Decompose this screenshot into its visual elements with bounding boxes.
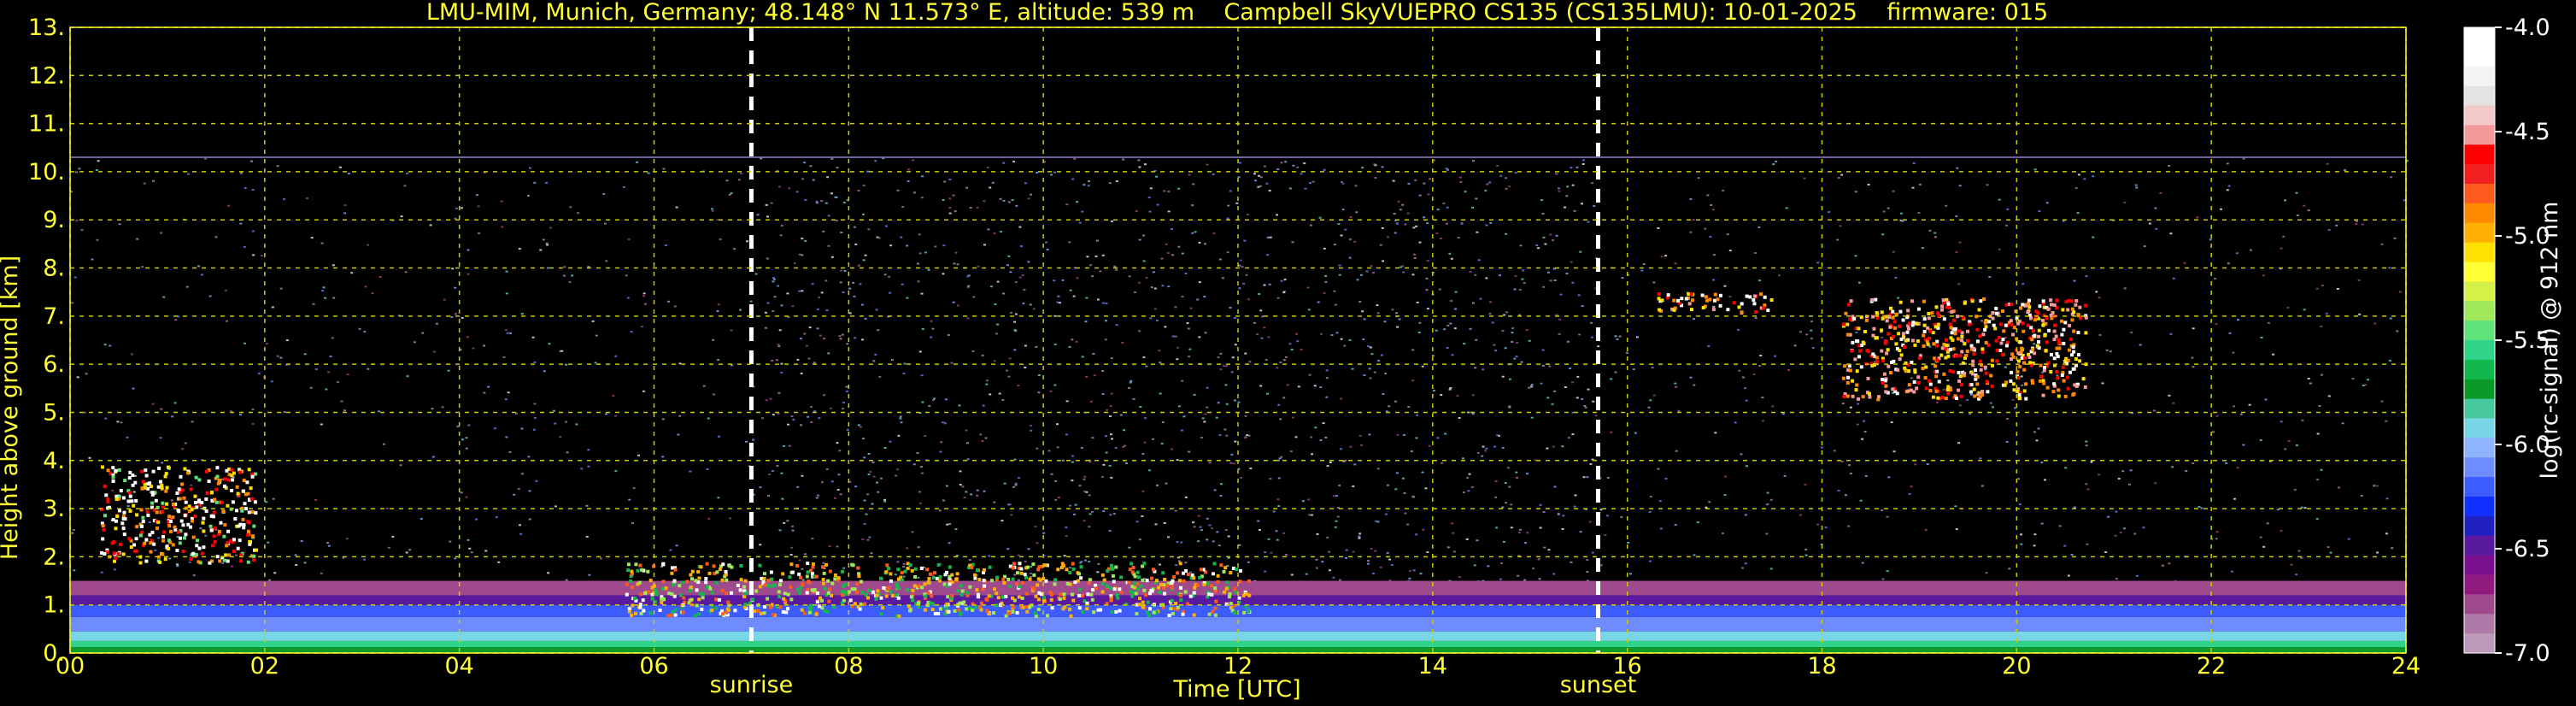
colorbar-swatch bbox=[2464, 398, 2495, 420]
ceilometer-chart: LMU-MIM, Munich, Germany; 48.148° N 11.5… bbox=[0, 0, 2576, 706]
colorbar-swatch bbox=[2464, 301, 2495, 321]
y-axis-label: Height above ground [km] bbox=[0, 256, 23, 560]
colorbar-tick-label: -4.0 bbox=[2505, 15, 2550, 41]
colorbar-swatch bbox=[2464, 105, 2495, 126]
colorbar-swatch bbox=[2464, 614, 2495, 634]
y-tick-label: 10. bbox=[28, 159, 65, 185]
y-tick-label: 8. bbox=[43, 256, 65, 282]
y-tick-label: 7. bbox=[43, 303, 65, 330]
colorbar-swatch bbox=[2464, 85, 2495, 107]
y-tick-label: 13. bbox=[28, 15, 65, 41]
colorbar-swatch bbox=[2464, 184, 2495, 204]
colorbar-tick-label: -6.5 bbox=[2505, 536, 2550, 562]
plot-area bbox=[70, 27, 2409, 653]
colorbar-swatch bbox=[2464, 477, 2495, 497]
y-tick-label: 6. bbox=[43, 351, 65, 378]
colorbar-swatch bbox=[2464, 144, 2495, 165]
x-tick-label: 08 bbox=[834, 653, 863, 680]
colorbar-swatch bbox=[2464, 457, 2495, 478]
colorbar-swatch bbox=[2464, 27, 2495, 48]
colorbar-swatch bbox=[2464, 594, 2495, 615]
y-tick-label: 4. bbox=[43, 448, 65, 474]
colorbar-label: log(rc-signal) @ 912 nm bbox=[2537, 202, 2563, 479]
x-tick-label: 14 bbox=[1418, 653, 1447, 680]
x-tick-label: 22 bbox=[2197, 653, 2226, 680]
y-tick-label: 2. bbox=[43, 544, 65, 570]
colorbar-swatch bbox=[2464, 340, 2495, 361]
x-tick-label: 20 bbox=[2002, 653, 2031, 680]
y-tick-label: 11. bbox=[28, 111, 65, 138]
x-tick-label: 24 bbox=[2391, 653, 2421, 680]
colorbar-swatch bbox=[2464, 125, 2495, 145]
y-tick-label: 12. bbox=[28, 62, 65, 89]
colorbar-swatch bbox=[2464, 262, 2495, 282]
colorbar-swatch bbox=[2464, 46, 2495, 68]
colorbar-swatch bbox=[2464, 242, 2495, 263]
colorbar-swatch bbox=[2464, 515, 2495, 537]
x-tick-label: 18 bbox=[1807, 653, 1836, 680]
colorbar-swatch bbox=[2464, 574, 2495, 595]
colorbar-swatch bbox=[2464, 321, 2495, 341]
colorbar-swatch bbox=[2464, 164, 2495, 185]
colorbar-swatch bbox=[2464, 379, 2495, 400]
colorbar-swatch bbox=[2464, 66, 2495, 87]
y-tick-label: 5. bbox=[43, 399, 65, 426]
y-tick-label: 0. bbox=[43, 640, 65, 667]
x-tick-label: 02 bbox=[250, 653, 279, 680]
x-tick-label: 06 bbox=[639, 653, 668, 680]
colorbar-swatch bbox=[2464, 359, 2495, 380]
colorbar-tick-label: -4.5 bbox=[2505, 119, 2550, 145]
y-tick-label: 9. bbox=[43, 207, 65, 233]
colorbar-swatch bbox=[2464, 222, 2495, 244]
colorbar-swatch bbox=[2464, 633, 2495, 654]
x-tick-label: 04 bbox=[444, 653, 473, 680]
x-tick-label: 16 bbox=[1612, 653, 1641, 680]
y-tick-label: 1. bbox=[43, 592, 65, 619]
colorbar-tick-label: -7.0 bbox=[2505, 640, 2550, 667]
colorbar-swatch bbox=[2464, 418, 2495, 438]
colorbar-swatch bbox=[2464, 535, 2495, 556]
chart-title: LMU-MIM, Munich, Germany; 48.148° N 11.5… bbox=[426, 0, 2048, 26]
sunrise-label: sunrise bbox=[710, 672, 794, 698]
colorbar-swatch bbox=[2464, 497, 2495, 517]
colorbar-swatch bbox=[2464, 438, 2495, 458]
colorbar-swatch bbox=[2464, 203, 2495, 224]
x-axis-label: Time [UTC] bbox=[1172, 676, 1300, 703]
y-tick-label: 3. bbox=[43, 496, 65, 522]
colorbar-swatch bbox=[2464, 281, 2495, 302]
colorbar-swatch bbox=[2464, 555, 2495, 576]
x-tick-label: 10 bbox=[1029, 653, 1058, 680]
